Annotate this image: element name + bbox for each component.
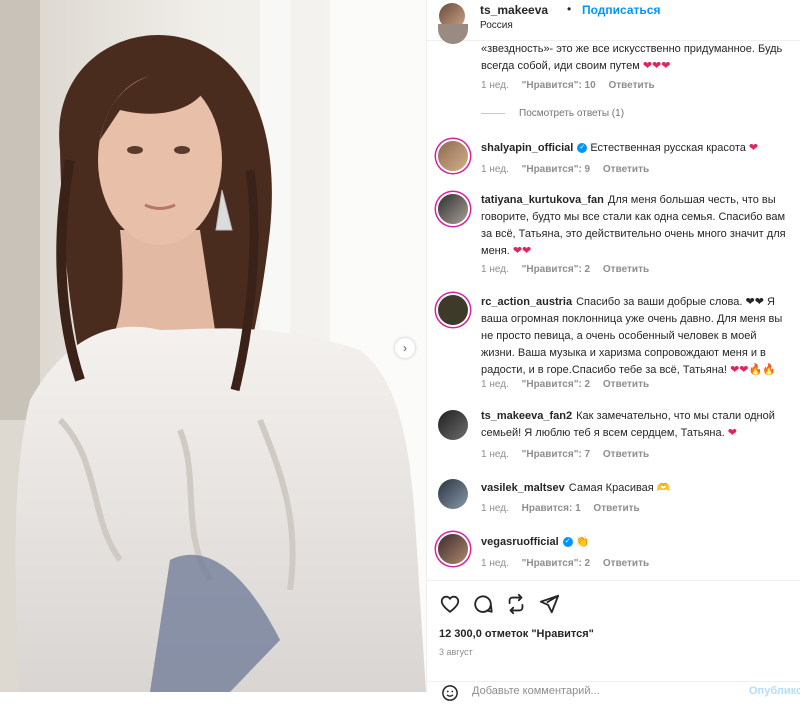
avatar[interactable]	[438, 24, 468, 44]
comment-meta: 1 нед. "Нравится": 2 Ответить	[481, 558, 659, 569]
view-replies-label: Посмотреть ответы (1)	[519, 108, 625, 119]
comment-likes[interactable]: "Нравится": 2	[522, 558, 591, 569]
comment-time: 1 нед.	[481, 80, 509, 91]
comment-time: 1 нед.	[481, 503, 509, 514]
comment-username[interactable]: rc_action_austria	[481, 296, 572, 308]
likes-count[interactable]: 12 300,0 отметок "Нравится"	[439, 628, 594, 640]
heart-emoji: ❤❤❤	[642, 60, 671, 72]
avatar[interactable]	[438, 534, 468, 564]
comment-body: Естественная русская красота	[590, 142, 746, 154]
heart-emoji: ❤❤🔥🔥	[730, 364, 776, 376]
add-comment-input[interactable]: Добавьте комментарий...	[472, 685, 600, 697]
reply-button[interactable]: Ответить	[603, 558, 649, 569]
comment-time: 1 нед.	[481, 264, 509, 275]
comment-likes[interactable]: "Нравится": 2	[522, 379, 591, 390]
comment-likes[interactable]: "Нравится": 7	[522, 449, 591, 460]
heart-emoji: ❤	[748, 142, 759, 154]
reply-button[interactable]: Ответить	[603, 449, 649, 460]
reply-button[interactable]: Ответить	[593, 503, 639, 514]
heart-hands-emoji: 🫶	[656, 482, 671, 494]
emoji-icon[interactable]	[441, 684, 459, 702]
comment-username[interactable]: ts_makeeva_fan2	[481, 410, 572, 422]
comment-text: shalyapin_official ✓ Естественная русская …	[481, 140, 789, 157]
comment-meta: 1 нед. "Нравится": 10 Ответить	[481, 80, 665, 91]
comment-text: «звездность»- это же все искусственно пр…	[481, 41, 789, 75]
like-heart-icon[interactable]	[439, 593, 461, 615]
comment-meta: 1 нед. Нравится: 1 Ответить	[481, 503, 650, 514]
heart-emoji: ❤	[727, 427, 737, 439]
comment-username[interactable]: vegasruofficial	[481, 536, 559, 548]
comment-likes[interactable]: Нравится: 1	[522, 503, 581, 514]
heart-emoji: ❤❤	[512, 245, 532, 257]
publish-button[interactable]: Опубликовать	[749, 685, 800, 697]
comment-username[interactable]: tatiyana_kurtukova_fan	[481, 194, 604, 206]
repost-icon[interactable]	[505, 593, 527, 615]
header-separator: •	[567, 2, 572, 16]
follow-button[interactable]: Подписаться	[582, 3, 660, 17]
reply-button[interactable]: Ответить	[603, 164, 649, 175]
comment-text: vasilek_maltsev Самая Красивая 🫶	[481, 480, 789, 497]
comment-likes[interactable]: "Нравится": 2	[522, 264, 591, 275]
comment-username[interactable]: shalyapin_official	[481, 142, 573, 154]
reply-button[interactable]: Ответить	[603, 379, 649, 390]
comment-username[interactable]: vasilek_maltsev	[481, 482, 565, 494]
verified-badge-icon: ✓	[577, 143, 588, 154]
comment-time: 1 нед.	[481, 164, 509, 175]
post-actions: 12 300,0 отметок "Нравится" 3 август Доб…	[427, 580, 800, 701]
comment-time: 1 нед.	[481, 558, 509, 569]
comment-body: Самая Красивая	[568, 482, 654, 494]
comment-likes[interactable]: "Нравится": 9	[522, 164, 591, 175]
comment-time: 1 нед.	[481, 449, 509, 460]
comment-meta: 1 нед. "Нравится": 2 Ответить	[481, 379, 659, 390]
verified-badge-icon: ✓	[562, 537, 573, 548]
post-image	[0, 0, 426, 692]
comment-body: «звездность»- это же все искусственно пр…	[481, 43, 783, 72]
comment-text: tatiyana_kurtukova_fan Для меня большая ч…	[481, 192, 789, 260]
post-header: ts_makeeva • Подписаться Россия	[427, 0, 800, 41]
avatar[interactable]	[438, 194, 468, 224]
location-label[interactable]: Россия	[480, 20, 513, 31]
add-comment-bar: Добавьте комментарий... Опубликовать	[427, 681, 800, 712]
author-username[interactable]: ts_makeeva	[480, 3, 548, 17]
avatar[interactable]	[438, 295, 468, 325]
comment-text: rc_action_austria Спасибо за ваши добрые …	[481, 294, 789, 379]
clapping-emoji: 👏	[575, 536, 590, 548]
comment-text: ts_makeeva_fan2 Как замечательно, что мы …	[481, 408, 789, 442]
comment-meta: 1 нед. "Нравится": 9 Ответить	[481, 164, 659, 175]
comment-time: 1 нед.	[481, 379, 509, 390]
post-details-panel: ts_makeeva • Подписаться Россия «звездно…	[426, 0, 800, 701]
view-replies-button[interactable]: Посмотреть ответы (1)	[481, 108, 624, 119]
avatar[interactable]	[438, 479, 468, 509]
carousel-next-button[interactable]: ›	[395, 338, 415, 358]
post-photo: ›	[0, 0, 426, 692]
avatar[interactable]	[438, 410, 468, 440]
post-date: 3 август	[439, 647, 473, 657]
comment-meta: 1 нед. "Нравится": 7 Ответить	[481, 449, 659, 460]
share-icon[interactable]	[538, 593, 560, 615]
comment-likes[interactable]: "Нравится": 10	[522, 80, 596, 91]
comment-text: vegasruofficial ✓ 👏	[481, 534, 789, 551]
comment-meta: 1 нед. "Нравится": 2 Ответить	[481, 264, 659, 275]
avatar[interactable]	[438, 141, 468, 171]
reply-button[interactable]: Ответить	[608, 80, 654, 91]
reply-button[interactable]: Ответить	[603, 264, 649, 275]
comment-icon[interactable]	[472, 593, 494, 615]
replies-divider	[481, 112, 505, 114]
